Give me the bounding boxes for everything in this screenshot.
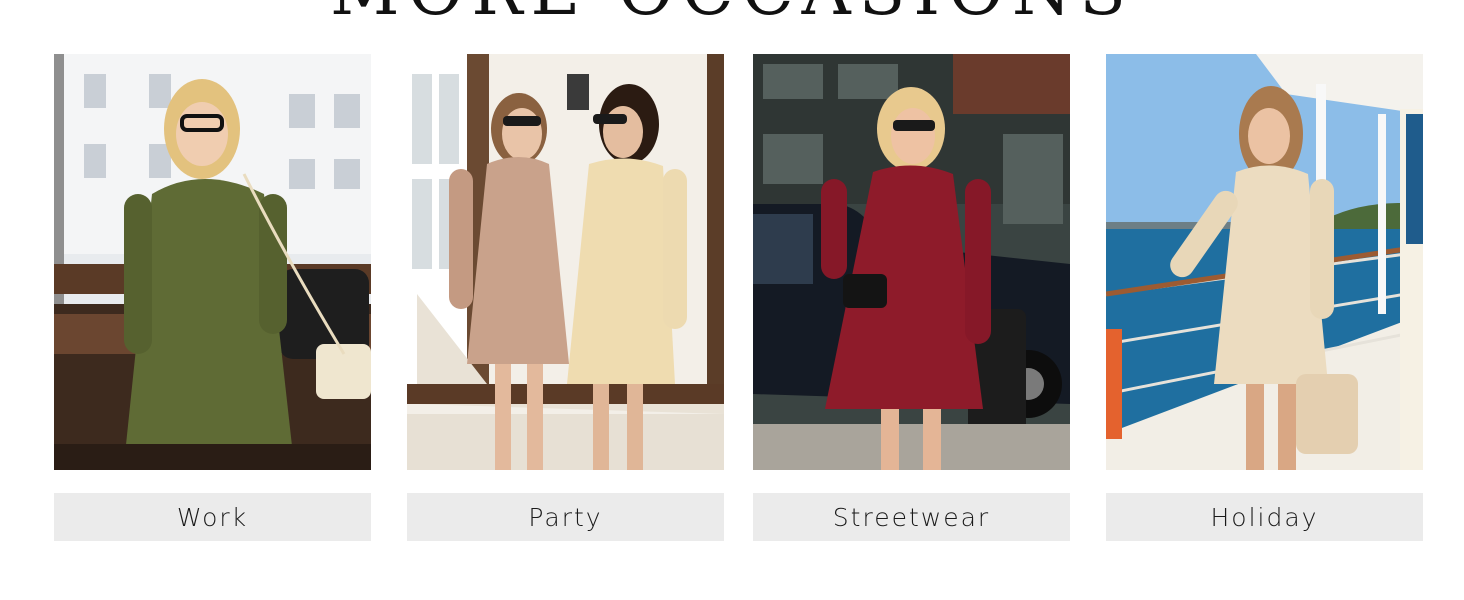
occasion-label-holiday: Holiday <box>1210 502 1319 532</box>
occasion-label-streetwear: Streetwear <box>832 502 991 532</box>
occasion-label-party: Party <box>528 502 603 532</box>
occasion-label-box-party[interactable]: Party <box>407 493 724 541</box>
occasion-photo-holiday[interactable] <box>1106 54 1423 470</box>
occasion-label-box-work[interactable]: Work <box>54 493 371 541</box>
occasions-section: MORE OCCASIONS <box>0 0 1464 600</box>
occasion-photo-work[interactable] <box>54 54 371 470</box>
occasion-card-holiday[interactable]: Holiday <box>1106 54 1423 541</box>
occasion-label-work: Work <box>176 502 249 532</box>
occasion-photo-streetwear[interactable] <box>753 54 1070 470</box>
occasion-photo-party[interactable] <box>407 54 724 470</box>
occasion-label-box-streetwear[interactable]: Streetwear <box>753 493 1070 541</box>
occasion-card-party[interactable]: Party <box>407 54 724 541</box>
occasion-label-box-holiday[interactable]: Holiday <box>1106 493 1423 541</box>
occasion-card-work[interactable]: Work <box>54 54 371 541</box>
section-heading: MORE OCCASIONS <box>0 0 1464 26</box>
occasion-card-streetwear[interactable]: Streetwear <box>753 54 1070 541</box>
